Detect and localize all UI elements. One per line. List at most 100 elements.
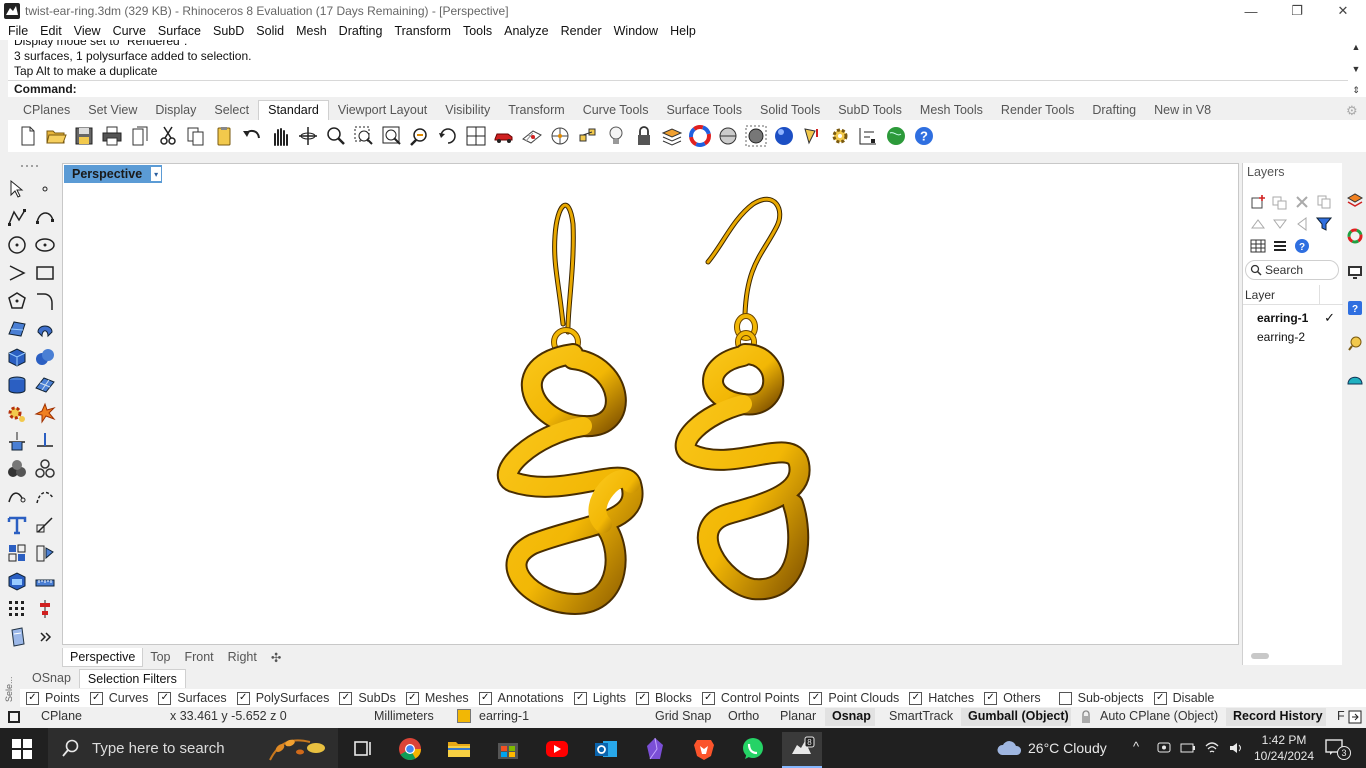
lock-button[interactable] (630, 122, 658, 150)
menu-transform[interactable]: Transform (388, 24, 457, 38)
transform-gear-button[interactable] (3, 399, 31, 427)
move-layer-down-button[interactable] (1269, 213, 1291, 235)
filter-sub-objects[interactable]: Sub-objects (1058, 691, 1144, 705)
tab-viewport-layout[interactable]: Viewport Layout (329, 101, 436, 120)
zoom-selected-button[interactable] (406, 122, 434, 150)
filter-checkbox[interactable]: ✓ (1153, 691, 1167, 705)
menu-view[interactable]: View (68, 24, 107, 38)
filter-checkbox[interactable]: ✓ (573, 691, 587, 705)
tab-display[interactable]: Display (146, 101, 205, 120)
webcam-icon[interactable] (1156, 740, 1172, 756)
layer-button[interactable] (658, 122, 686, 150)
filter-subds[interactable]: ✓ SubDs (339, 691, 396, 705)
menu-curve[interactable]: Curve (107, 24, 152, 38)
task-view-button[interactable] (343, 732, 383, 766)
copy-button[interactable] (182, 122, 210, 150)
menu-file[interactable]: File (2, 24, 34, 38)
menu-edit[interactable]: Edit (34, 24, 68, 38)
layers-panel-button[interactable] (1346, 191, 1364, 209)
layers-horizontal-scrollbar[interactable] (1251, 653, 1269, 659)
filter-checkbox[interactable]: ✓ (478, 691, 492, 705)
tab-drafting[interactable]: Drafting (1083, 101, 1145, 120)
scroll-down-icon[interactable]: ▼ (1352, 64, 1361, 74)
new-button[interactable] (14, 122, 42, 150)
circle-button[interactable] (3, 231, 31, 259)
perspective-viewport[interactable]: Perspective ▾ (62, 163, 1239, 645)
smarttrack-toggle[interactable]: SmartTrack (889, 709, 953, 723)
ungroup-button[interactable] (31, 455, 59, 483)
filter-hatches[interactable]: ✓ Hatches (909, 691, 974, 705)
brave-taskbar-button[interactable] (684, 732, 724, 766)
filter-lights[interactable]: ✓ Lights (573, 691, 626, 705)
filter-polysurfaces[interactable]: ✓ PolySurfaces (236, 691, 329, 705)
tab-new-in-v8[interactable]: New in V8 (1145, 101, 1220, 120)
move-layer-up-button[interactable] (1247, 213, 1269, 235)
earring-1-model[interactable] (496, 202, 644, 616)
options-pen-button[interactable] (798, 122, 826, 150)
taskbar-clock[interactable]: 1:42 PM 10/24/2024 (1253, 732, 1315, 764)
shade-button[interactable] (714, 122, 742, 150)
outlook-taskbar-button[interactable] (586, 732, 626, 766)
status-expand-icon[interactable] (1348, 710, 1362, 724)
filter-annotations[interactable]: ✓ Annotations (478, 691, 564, 705)
minimize-button[interactable]: — (1228, 0, 1274, 22)
toolbar-grip-icon[interactable] (20, 164, 42, 168)
menu-mesh[interactable]: Mesh (290, 24, 333, 38)
properties-panel-button[interactable] (1346, 227, 1364, 245)
obsidian-taskbar-button[interactable] (635, 732, 675, 766)
tab-cplanes[interactable]: CPlanes (14, 101, 79, 120)
filter-disable[interactable]: ✓ Disable (1153, 691, 1214, 705)
earring-2-model[interactable] (674, 196, 811, 601)
scroll-up-icon[interactable]: ▲ (1352, 42, 1361, 52)
layer-column-header[interactable]: Layer (1243, 285, 1343, 305)
filter-checkbox[interactable]: ✓ (158, 691, 172, 705)
environment-panel-button[interactable] (1346, 371, 1364, 389)
viewport-title[interactable]: Perspective ▾ (64, 165, 163, 183)
earrings-render[interactable] (63, 164, 1238, 644)
tab-standard[interactable]: Standard (258, 100, 329, 120)
osnap-toggle[interactable]: Osnap (832, 709, 871, 723)
filter-checkbox[interactable]: ✓ (405, 691, 419, 705)
volume-icon[interactable] (1228, 740, 1244, 756)
notification-center-button[interactable]: 3 (1324, 738, 1351, 760)
import-button[interactable] (126, 122, 154, 150)
viewport-tab-right[interactable]: Right (221, 648, 264, 666)
layer-row-earring-2[interactable]: earring-2 (1243, 327, 1339, 346)
filter-point-clouds[interactable]: ✓ Point Clouds (809, 691, 899, 705)
cplane-label[interactable]: CPlane (41, 709, 82, 723)
column-divider[interactable] (1319, 285, 1320, 305)
cut-button[interactable] (154, 122, 182, 150)
file-explorer-taskbar-button[interactable] (439, 732, 479, 766)
analyze-button[interactable] (3, 623, 31, 651)
move-layer-left-button[interactable] (1291, 213, 1313, 235)
rhino-taskbar-button[interactable]: 8 (782, 732, 822, 768)
add-viewport-tab-icon[interactable]: ✣ (264, 648, 288, 667)
arc-button[interactable] (3, 259, 31, 287)
paste-button[interactable] (210, 122, 238, 150)
color-wheel-button[interactable] (686, 122, 714, 150)
grid-button[interactable] (518, 122, 546, 150)
layer-table-button[interactable] (1247, 235, 1269, 257)
filter-checkbox[interactable]: ✓ (809, 691, 823, 705)
command-scrollbar[interactable]: ▲ ▼ ⇕ (1350, 42, 1362, 96)
edit-points-button[interactable] (31, 483, 59, 511)
menu-surface[interactable]: Surface (152, 24, 207, 38)
polygon-button[interactable] (3, 287, 31, 315)
ortho-toggle[interactable]: Ortho (728, 709, 759, 723)
units-label[interactable]: Millimeters (374, 709, 434, 723)
material-sphere-button[interactable] (770, 122, 798, 150)
filter-points[interactable]: ✓ Points (26, 691, 80, 705)
filter-surfaces[interactable]: ✓ Surfaces (158, 691, 227, 705)
layer-menu-button[interactable] (1269, 235, 1291, 257)
filter-checkbox[interactable]: ✓ (909, 691, 923, 705)
globe-button[interactable] (882, 122, 910, 150)
tab-subd-tools[interactable]: SubD Tools (829, 101, 911, 120)
four-viewports-button[interactable] (462, 122, 490, 150)
status-square-icon[interactable] (8, 711, 20, 723)
solid-tools-button[interactable] (3, 567, 31, 595)
extrude-button[interactable] (31, 315, 59, 343)
filter-toggle[interactable]: F (1337, 709, 1345, 723)
filter-checkbox[interactable]: ✓ (236, 691, 250, 705)
filter-checkbox[interactable]: ✓ (89, 691, 103, 705)
render-panel-button[interactable] (1346, 335, 1364, 353)
